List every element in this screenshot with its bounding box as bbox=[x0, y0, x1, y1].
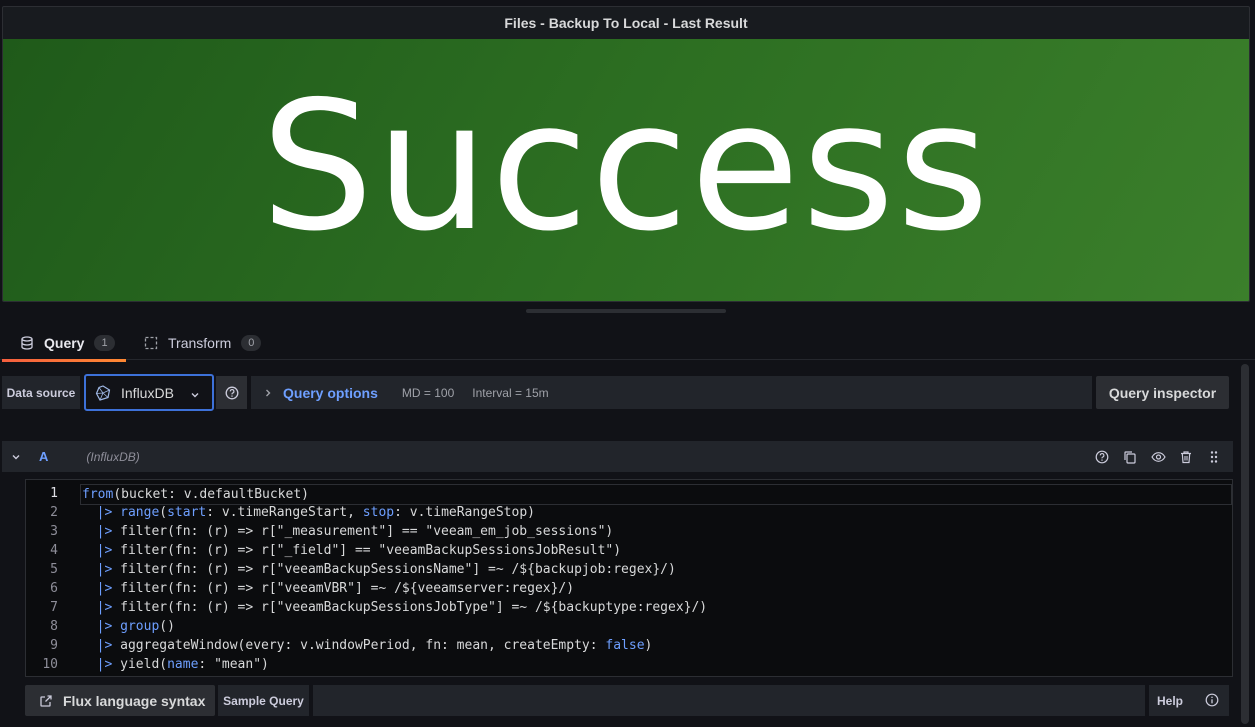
query-name[interactable]: A bbox=[39, 449, 48, 464]
code-line[interactable]: 7 |> filter(fn: (r) => r["veeamBackupSes… bbox=[26, 598, 1232, 617]
code-line[interactable]: 10 |> yield(name: "mean") bbox=[26, 655, 1232, 674]
collapse-chevron-icon[interactable] bbox=[11, 452, 25, 462]
code-text: from(bucket: v.defaultBucket) bbox=[80, 484, 1232, 505]
panel-title[interactable]: Files - Backup To Local - Last Result bbox=[3, 7, 1249, 39]
tab-transform-count: 0 bbox=[241, 334, 262, 351]
code-text: |> filter(fn: (r) => r["_measurement"] =… bbox=[96, 524, 614, 539]
chevron-down-icon bbox=[190, 387, 200, 403]
line-number: 7 bbox=[50, 600, 58, 615]
stat-value: Success bbox=[260, 63, 992, 270]
flux-syntax-label: Flux language syntax bbox=[63, 692, 206, 709]
line-number: 1 bbox=[50, 486, 58, 501]
tab-query-count: 1 bbox=[94, 334, 115, 351]
datasource-label: Data source bbox=[2, 376, 80, 409]
query-options-toggle[interactable]: Query options MD = 100 Interval = 15m bbox=[251, 376, 1092, 409]
sample-query-select[interactable] bbox=[313, 685, 1145, 716]
help-circle-icon bbox=[225, 386, 239, 400]
line-number: 2 bbox=[50, 505, 58, 520]
line-number: 8 bbox=[50, 619, 58, 634]
line-number: 4 bbox=[50, 543, 58, 558]
query-options-title: Query options bbox=[283, 384, 378, 401]
trash-icon[interactable] bbox=[1177, 448, 1195, 466]
query-row-actions bbox=[1093, 441, 1223, 472]
line-number: 9 bbox=[50, 638, 58, 653]
datasource-selected: InfluxDB bbox=[121, 384, 174, 401]
code-line[interactable]: 8 |> group() bbox=[26, 617, 1232, 636]
stat-background: Success bbox=[3, 39, 1249, 301]
panel-resize-handle[interactable] bbox=[526, 309, 726, 313]
code-line[interactable]: 1 from(bucket: v.defaultBucket) bbox=[26, 484, 1232, 505]
query-inspector-button[interactable]: Query inspector bbox=[1096, 376, 1229, 409]
tab-transform[interactable]: Transform 0 bbox=[143, 325, 262, 360]
code-text: |> range(start: v.timeRangeStart, stop: … bbox=[96, 505, 535, 520]
info-circle-icon bbox=[1205, 693, 1219, 710]
code-line[interactable]: 5 |> filter(fn: (r) => r["veeamBackupSes… bbox=[26, 560, 1232, 579]
query-options-interval: Interval = 15m bbox=[472, 385, 549, 400]
code-line[interactable]: 2 |> range(start: v.timeRangeStart, stop… bbox=[26, 503, 1232, 522]
code-text: |> aggregateWindow(every: v.windowPeriod… bbox=[96, 638, 653, 653]
sample-query-label: Sample Query bbox=[218, 685, 309, 716]
drag-handle-icon[interactable] bbox=[1205, 448, 1223, 466]
tab-transform-label: Transform bbox=[168, 334, 232, 351]
code-line[interactable]: 3 |> filter(fn: (r) => r["_measurement"]… bbox=[26, 522, 1232, 541]
chevron-right-icon bbox=[263, 388, 273, 398]
datasource-picker[interactable]: InfluxDB bbox=[84, 374, 214, 411]
transform-icon bbox=[143, 335, 159, 351]
external-link-icon bbox=[39, 694, 53, 708]
code-text: |> filter(fn: (r) => r["veeamBackupSessi… bbox=[96, 600, 708, 615]
editor-tabs: Query 1 Transform 0 bbox=[0, 325, 1255, 362]
stat-panel: Files - Backup To Local - Last Result Su… bbox=[2, 6, 1250, 302]
line-number: 5 bbox=[50, 562, 58, 577]
line-number: 10 bbox=[42, 657, 58, 672]
help-toggle[interactable]: Help bbox=[1149, 685, 1229, 716]
line-number: 3 bbox=[50, 524, 58, 539]
code-text: |> filter(fn: (r) => r["_field"] == "vee… bbox=[96, 543, 622, 558]
flux-syntax-button[interactable]: Flux language syntax bbox=[25, 685, 215, 716]
query-toolbar: Data source InfluxDB Query options MD = … bbox=[0, 374, 1255, 411]
influxdb-icon bbox=[95, 384, 111, 401]
code-line[interactable]: 9 |> aggregateWindow(every: v.windowPeri… bbox=[26, 636, 1232, 655]
help-label-text: Help bbox=[1157, 693, 1184, 708]
tab-query[interactable]: Query 1 bbox=[2, 325, 126, 362]
editor-scrollbar[interactable] bbox=[1241, 364, 1249, 724]
code-text: |> yield(name: "mean") bbox=[96, 657, 269, 672]
help-circle-icon[interactable] bbox=[1093, 448, 1111, 466]
code-line[interactable]: 6 |> filter(fn: (r) => r["veeamVBR"] =~ … bbox=[26, 579, 1232, 598]
code-text: |> filter(fn: (r) => r["veeamVBR"] =~ /$… bbox=[96, 581, 575, 596]
code-text: |> group() bbox=[96, 619, 175, 634]
code-text: |> filter(fn: (r) => r["veeamBackupSessi… bbox=[96, 562, 676, 577]
duplicate-icon[interactable] bbox=[1121, 448, 1139, 466]
query-options-md: MD = 100 bbox=[401, 385, 455, 400]
query-editor-footer: Flux language syntax Sample Query Help bbox=[0, 685, 1255, 716]
eye-icon[interactable] bbox=[1149, 448, 1167, 466]
tab-query-label: Query bbox=[44, 334, 85, 351]
datasource-help-button[interactable] bbox=[216, 376, 247, 409]
line-number: 6 bbox=[50, 581, 58, 596]
database-icon bbox=[19, 335, 35, 351]
query-datasource: (InfluxDB) bbox=[86, 449, 140, 464]
code-line[interactable]: 4 |> filter(fn: (r) => r["_field"] == "v… bbox=[26, 541, 1232, 560]
query-row-header: A (InfluxDB) bbox=[2, 441, 1233, 472]
flux-query-editor[interactable]: 1 from(bucket: v.defaultBucket) 2 |> range… bbox=[25, 479, 1233, 677]
